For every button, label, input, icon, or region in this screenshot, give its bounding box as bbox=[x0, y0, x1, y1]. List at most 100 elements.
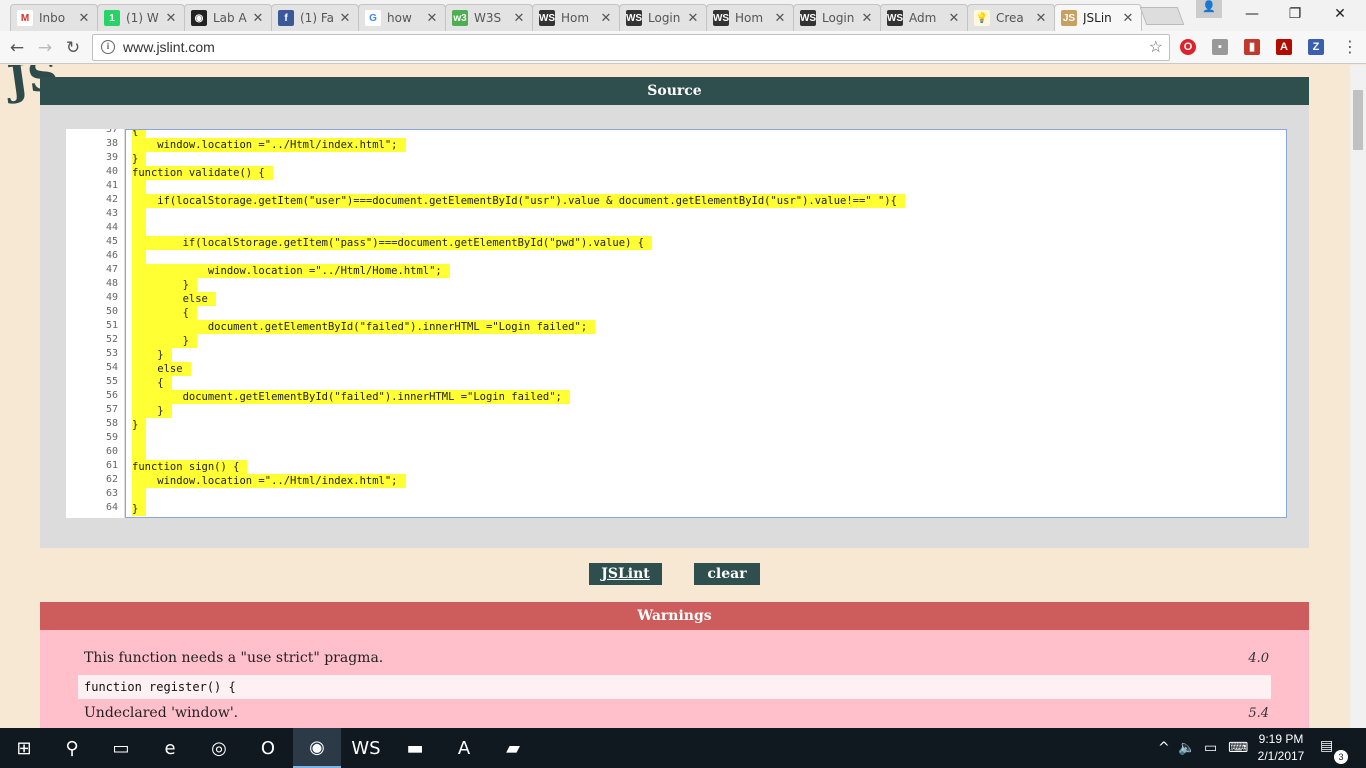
jslint-icon: JS bbox=[1061, 10, 1077, 26]
browser-tab[interactable]: WS Login ✕ bbox=[793, 4, 881, 31]
line-number: 45 bbox=[105, 236, 118, 247]
line-number: 41 bbox=[105, 180, 118, 191]
tray-chevron-icon[interactable]: ^ bbox=[1158, 728, 1170, 768]
tab-label: Lab A bbox=[213, 11, 247, 25]
restore-button[interactable]: ❐ bbox=[1275, 2, 1315, 26]
lightbulb-icon: 💡 bbox=[974, 10, 990, 26]
line-number: 42 bbox=[105, 194, 118, 205]
browser-tab[interactable]: JS JSLin ✕ bbox=[1054, 4, 1142, 31]
windows-taskbar: ⊞ ⚲ ▭ e ◎ O ◉ WS ▬ A ▰ ^ 🔈 ▭ ⌨ 9:19 PM 2/1/2017 ▤… bbox=[0, 728, 1366, 768]
code-line: if(localStorage.getItem("user")===docume… bbox=[132, 194, 905, 208]
code-line: { bbox=[132, 376, 172, 390]
tab-label: Crea bbox=[996, 11, 1024, 25]
line-number-gutter: 37 38 39 40 41 42 43 44 45 46 47 48 49 50 51 52 53 54 55 56… bbox=[66, 129, 125, 518]
tab-close-icon[interactable]: ✕ bbox=[860, 11, 874, 26]
code-line: } bbox=[132, 152, 147, 166]
keyboard-icon[interactable]: ⌨ bbox=[1228, 728, 1248, 768]
minimize-button[interactable]: — bbox=[1232, 2, 1272, 26]
site-info-icon[interactable]: i bbox=[101, 40, 115, 54]
tab-close-icon[interactable]: ✕ bbox=[425, 11, 439, 26]
network-icon[interactable]: ▭ bbox=[1204, 728, 1217, 768]
tab-close-icon[interactable]: ✕ bbox=[686, 11, 700, 26]
browser-tab[interactable]: WS Adm ✕ bbox=[880, 4, 968, 31]
code-line bbox=[132, 446, 146, 460]
browser-tab[interactable]: f (1) Fa ✕ bbox=[271, 4, 359, 31]
browser-tab[interactable]: 1 (1) W ✕ bbox=[97, 4, 185, 31]
browser-tab[interactable]: Ghow ✕ bbox=[358, 4, 446, 31]
webstorm-icon: WS bbox=[887, 10, 903, 26]
line-number: 63 bbox=[105, 488, 118, 499]
gmail-icon: M bbox=[17, 10, 33, 26]
book-extension-icon[interactable]: ▮ bbox=[1244, 39, 1260, 55]
close-window-button[interactable]: ✕ bbox=[1320, 2, 1360, 26]
outlook-icon[interactable]: O bbox=[244, 728, 292, 768]
tab-label: Hom bbox=[561, 11, 590, 25]
start-button[interactable]: ⊞ bbox=[0, 728, 48, 768]
volume-icon[interactable]: 🔈 bbox=[1178, 728, 1195, 768]
media-icon[interactable]: ◎ bbox=[195, 728, 243, 768]
code-line bbox=[132, 180, 146, 194]
reload-button[interactable]: ↻ bbox=[62, 37, 84, 59]
opera-icon[interactable]: O bbox=[1180, 39, 1196, 55]
chrome-icon[interactable]: ◉ bbox=[293, 728, 341, 768]
tab-close-icon[interactable]: ✕ bbox=[1034, 11, 1048, 26]
tab-close-icon[interactable]: ✕ bbox=[164, 11, 178, 26]
bookmark-star-icon[interactable]: ☆ bbox=[1149, 35, 1163, 60]
line-number: 57 bbox=[105, 404, 118, 415]
page-scroll-thumb[interactable] bbox=[1353, 90, 1363, 150]
new-tab-button[interactable] bbox=[1139, 7, 1185, 25]
tab-close-icon[interactable]: ✕ bbox=[512, 11, 526, 26]
code-line: } bbox=[132, 334, 197, 348]
clear-button[interactable]: clear bbox=[694, 563, 760, 585]
tab-close-icon[interactable]: ✕ bbox=[77, 11, 91, 26]
line-number: 62 bbox=[105, 474, 118, 485]
line-number: 46 bbox=[105, 250, 118, 261]
line-number: 61 bbox=[105, 460, 118, 471]
search-icon[interactable]: ⚲ bbox=[48, 728, 96, 768]
warning-code-snippet: function register() { bbox=[78, 675, 1271, 699]
url-text: www.jslint.com bbox=[123, 39, 215, 55]
browser-tab[interactable]: 💡 Crea ✕ bbox=[967, 4, 1055, 31]
task-view-icon[interactable]: ▭ bbox=[97, 728, 145, 768]
warning-position: 4.0 bbox=[1248, 651, 1269, 666]
browser-tab[interactable]: WS Login ✕ bbox=[619, 4, 707, 31]
back-button[interactable]: ← bbox=[6, 37, 28, 59]
code-line: function validate() { bbox=[132, 166, 273, 180]
jslint-button[interactable]: JSLint bbox=[589, 563, 662, 585]
tab-close-icon[interactable]: ✕ bbox=[338, 11, 352, 26]
line-number: 44 bbox=[105, 222, 118, 233]
tab-label: (1) W bbox=[126, 11, 159, 25]
browser-tab[interactable]: M Inbo ✕ bbox=[10, 4, 98, 31]
line-number: 39 bbox=[105, 152, 118, 163]
tab-close-icon[interactable]: ✕ bbox=[1121, 11, 1135, 26]
browser-tab[interactable]: w3 W3S ✕ bbox=[445, 4, 533, 31]
tab-close-icon[interactable]: ✕ bbox=[251, 11, 265, 26]
tab-close-icon[interactable]: ✕ bbox=[599, 11, 613, 26]
source-editor[interactable]: { window.location ="../Html/index.html";… bbox=[125, 129, 1287, 518]
extension-gray-icon[interactable]: ▪ bbox=[1212, 39, 1228, 55]
edge-icon[interactable]: e bbox=[146, 728, 194, 768]
browser-tab[interactable]: WS Hom ✕ bbox=[532, 4, 620, 31]
forward-button[interactable]: → bbox=[34, 37, 56, 59]
file-explorer-icon[interactable]: ▬ bbox=[391, 728, 439, 768]
address-bar[interactable]: i www.jslint.com ☆ bbox=[92, 34, 1170, 61]
notepad-icon[interactable]: ▰ bbox=[489, 728, 537, 768]
tab-label: W3S bbox=[474, 11, 502, 25]
warning-message: This function needs a "use strict" pragm… bbox=[84, 650, 384, 666]
page-scrollbar[interactable] bbox=[1350, 65, 1366, 728]
code-line bbox=[132, 250, 146, 264]
tab-label: (1) Fa bbox=[300, 11, 334, 25]
acrobat-icon[interactable]: A bbox=[440, 728, 488, 768]
tab-close-icon[interactable]: ✕ bbox=[947, 11, 961, 26]
profile-button[interactable]: 👤 bbox=[1196, 0, 1222, 18]
webstorm-icon[interactable]: WS bbox=[342, 728, 390, 768]
w3schools-icon: w3 bbox=[452, 10, 468, 26]
browser-menu-icon[interactable]: ⋮ bbox=[1342, 39, 1358, 55]
browser-tab[interactable]: ◉ Lab A ✕ bbox=[184, 4, 272, 31]
system-clock[interactable]: 9:19 PM 2/1/2017 bbox=[1252, 731, 1310, 765]
pdf-extension-icon[interactable]: A bbox=[1276, 39, 1292, 55]
tab-label: how bbox=[387, 11, 412, 25]
browser-tab[interactable]: WS Hom ✕ bbox=[706, 4, 794, 31]
zotero-icon[interactable]: Z bbox=[1308, 39, 1324, 55]
tab-close-icon[interactable]: ✕ bbox=[773, 11, 787, 26]
